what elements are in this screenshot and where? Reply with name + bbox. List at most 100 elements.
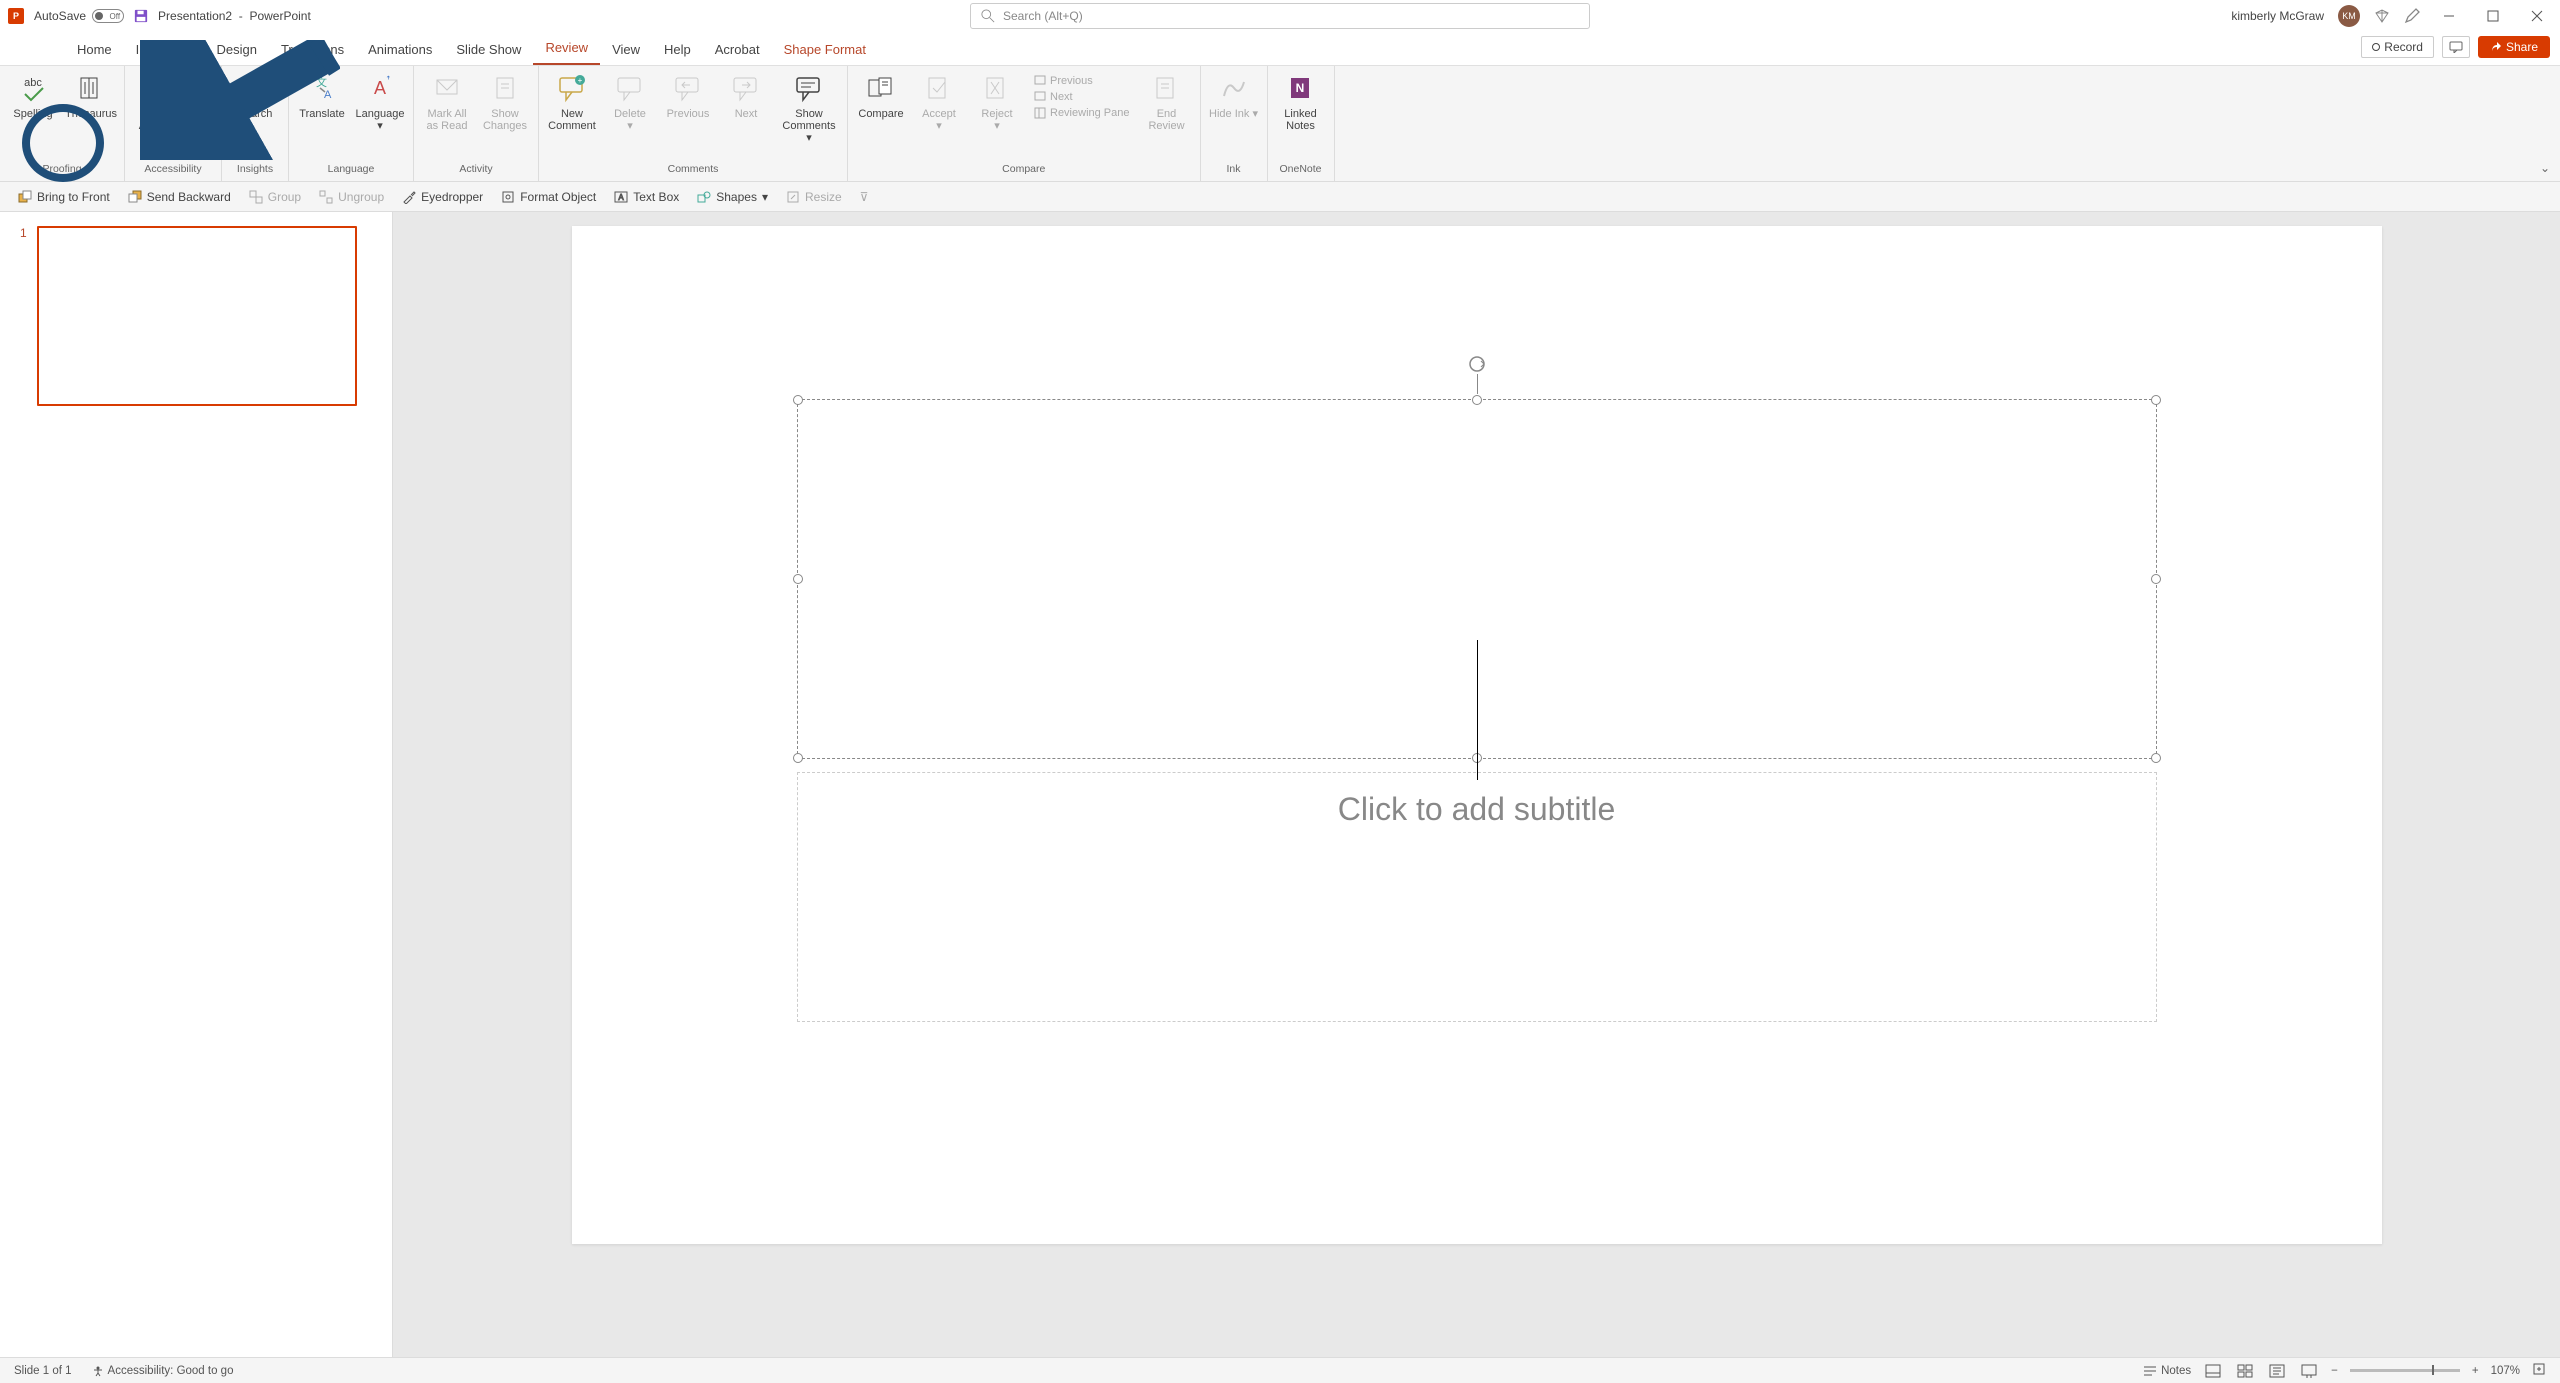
slide-counter[interactable]: Slide 1 of 1 <box>14 1365 72 1377</box>
eyedropper-button[interactable]: Eyedropper <box>402 190 483 204</box>
slide-thumbnail-panel[interactable]: 1 <box>0 212 393 1357</box>
notes-button[interactable]: Notes <box>2143 1365 2191 1377</box>
close-button[interactable] <box>2522 6 2552 26</box>
tab-transitions[interactable]: Transitions <box>269 36 356 65</box>
resize-handle-mr[interactable] <box>2151 574 2161 584</box>
show-comments-button[interactable]: Show Comments ▾ <box>779 72 839 144</box>
share-button[interactable]: Share <box>2478 36 2550 58</box>
next-icon <box>1034 91 1046 103</box>
language-button[interactable]: Aꜛ Language▾ <box>355 72 405 132</box>
translate-label: Translate <box>299 108 344 120</box>
zoom-slider[interactable] <box>2350 1369 2460 1372</box>
resize-handle-tc[interactable] <box>1472 395 1482 405</box>
tab-view[interactable]: View <box>600 36 652 65</box>
save-icon[interactable] <box>134 9 148 23</box>
tab-help[interactable]: Help <box>652 36 703 65</box>
slide-thumbnail-1[interactable] <box>37 226 357 406</box>
maximize-button[interactable] <box>2478 6 2508 26</box>
send-backward-button[interactable]: Send Backward <box>128 190 231 204</box>
group-ink-label: Ink <box>1209 163 1259 179</box>
resize-handle-tr[interactable] <box>2151 395 2161 405</box>
slide-sorter-view-button[interactable] <box>2235 1363 2255 1379</box>
title-placeholder[interactable] <box>797 399 2157 759</box>
tab-animations[interactable]: Animations <box>356 36 444 65</box>
fit-to-window-button[interactable] <box>2532 1362 2546 1379</box>
tab-review[interactable]: Review <box>533 34 600 65</box>
status-left: Slide 1 of 1 Accessibility: Good to go <box>14 1365 233 1377</box>
group-comments: + New Comment Delete▾ Previous Next Show… <box>539 66 848 181</box>
group-language-label: Language <box>297 163 405 179</box>
tab-insert[interactable]: Insert <box>124 36 181 65</box>
ribbon-collapse-button[interactable]: ⌄ <box>2540 161 2550 175</box>
group-ink: Hide Ink ▾ Ink <box>1201 66 1268 181</box>
shapes-icon <box>697 190 711 204</box>
resize-handle-tl[interactable] <box>793 395 803 405</box>
compare-icon <box>865 72 897 104</box>
mark-read-button: Mark All as Read <box>422 72 472 132</box>
tab-home[interactable]: Home <box>65 36 124 65</box>
spelling-label: Spelling <box>13 108 52 120</box>
search-label: Search <box>238 108 273 120</box>
translate-icon: 文A <box>306 72 338 104</box>
title-bar: P AutoSave Off Presentation2 - PowerPoin… <box>0 0 2560 32</box>
spelling-button[interactable]: abc Spelling <box>8 72 58 120</box>
linked-notes-button[interactable]: N Linked Notes <box>1276 72 1326 132</box>
subtitle-placeholder[interactable]: Click to add subtitle <box>797 772 2157 1022</box>
show-changes-button: Show Changes <box>480 72 530 132</box>
next-comment-button: Next <box>721 72 771 120</box>
normal-view-button[interactable] <box>2203 1363 2223 1379</box>
svg-text:文: 文 <box>316 75 327 89</box>
translate-button[interactable]: 文A Translate <box>297 72 347 120</box>
group-activity: Mark All as Read Show Changes Activity <box>414 66 539 181</box>
doc-name: Presentation2 - PowerPoint <box>158 9 311 23</box>
prev-comment-button: Previous <box>663 72 713 120</box>
record-button[interactable]: Record <box>2361 36 2434 58</box>
notes-icon <box>2143 1365 2157 1377</box>
new-comment-icon: + <box>556 72 588 104</box>
search-box[interactable]: Search (Alt+Q) <box>970 3 1590 29</box>
zoom-out-button[interactable]: − <box>2331 1365 2338 1377</box>
bring-to-front-button[interactable]: Bring to Front <box>18 190 110 204</box>
reading-view-button[interactable] <box>2267 1363 2287 1379</box>
group-insights: i Search Insights <box>222 66 289 181</box>
accessibility-status[interactable]: Accessibility: Good to go <box>92 1365 234 1377</box>
resize-handle-br[interactable] <box>2151 753 2161 763</box>
thesaurus-button[interactable]: Thesaurus <box>66 72 116 120</box>
user-avatar[interactable]: KM <box>2338 5 2360 27</box>
canvas-area[interactable]: Click to add subtitle <box>393 212 2560 1357</box>
compare-prev-button: Previous <box>1030 74 1134 88</box>
subtitle-placeholder-text: Click to add subtitle <box>818 791 2136 828</box>
tab-shape-format[interactable]: Shape Format <box>772 36 878 65</box>
autosave-toggle[interactable]: Off <box>92 9 124 23</box>
smart-lookup-icon: i <box>239 72 271 104</box>
autosave-state: Off <box>110 12 121 21</box>
user-name[interactable]: kimberly McGraw <box>2231 9 2324 23</box>
new-comment-button[interactable]: + New Comment <box>547 72 597 132</box>
accept-label: Accept▾ <box>922 108 956 132</box>
check-accessibility-button[interactable]: Check Accessibility ▾ <box>133 72 213 132</box>
group-insights-label: Insights <box>230 163 280 179</box>
tab-design[interactable]: Design <box>205 36 269 65</box>
rotate-handle[interactable] <box>1467 354 1487 374</box>
tab-acrobat[interactable]: Acrobat <box>703 36 772 65</box>
tab-slideshow[interactable]: Slide Show <box>444 36 533 65</box>
search-button[interactable]: i Search <box>230 72 280 120</box>
shapes-button[interactable]: Shapes ▾ <box>697 190 768 204</box>
minimize-button[interactable] <box>2434 6 2464 26</box>
group-onenote-label: OneNote <box>1276 163 1326 179</box>
text-box-button[interactable]: AText Box <box>614 190 679 204</box>
zoom-in-button[interactable]: + <box>2472 1365 2479 1377</box>
pen-icon[interactable] <box>2404 8 2420 24</box>
qat-overflow-button[interactable]: ⊽ <box>860 190 869 204</box>
comments-pane-button[interactable] <box>2442 36 2470 58</box>
format-object-button[interactable]: Format Object <box>501 190 596 204</box>
diamond-icon[interactable] <box>2374 8 2390 24</box>
slide-canvas[interactable]: Click to add subtitle <box>572 226 2382 1244</box>
resize-handle-ml[interactable] <box>793 574 803 584</box>
reject-button: Reject▾ <box>972 72 1022 132</box>
slideshow-view-button[interactable] <box>2299 1363 2319 1379</box>
search-placeholder: Search (Alt+Q) <box>1003 9 1083 23</box>
zoom-level[interactable]: 107% <box>2491 1365 2520 1377</box>
resize-handle-bl[interactable] <box>793 753 803 763</box>
compare-button[interactable]: Compare <box>856 72 906 120</box>
